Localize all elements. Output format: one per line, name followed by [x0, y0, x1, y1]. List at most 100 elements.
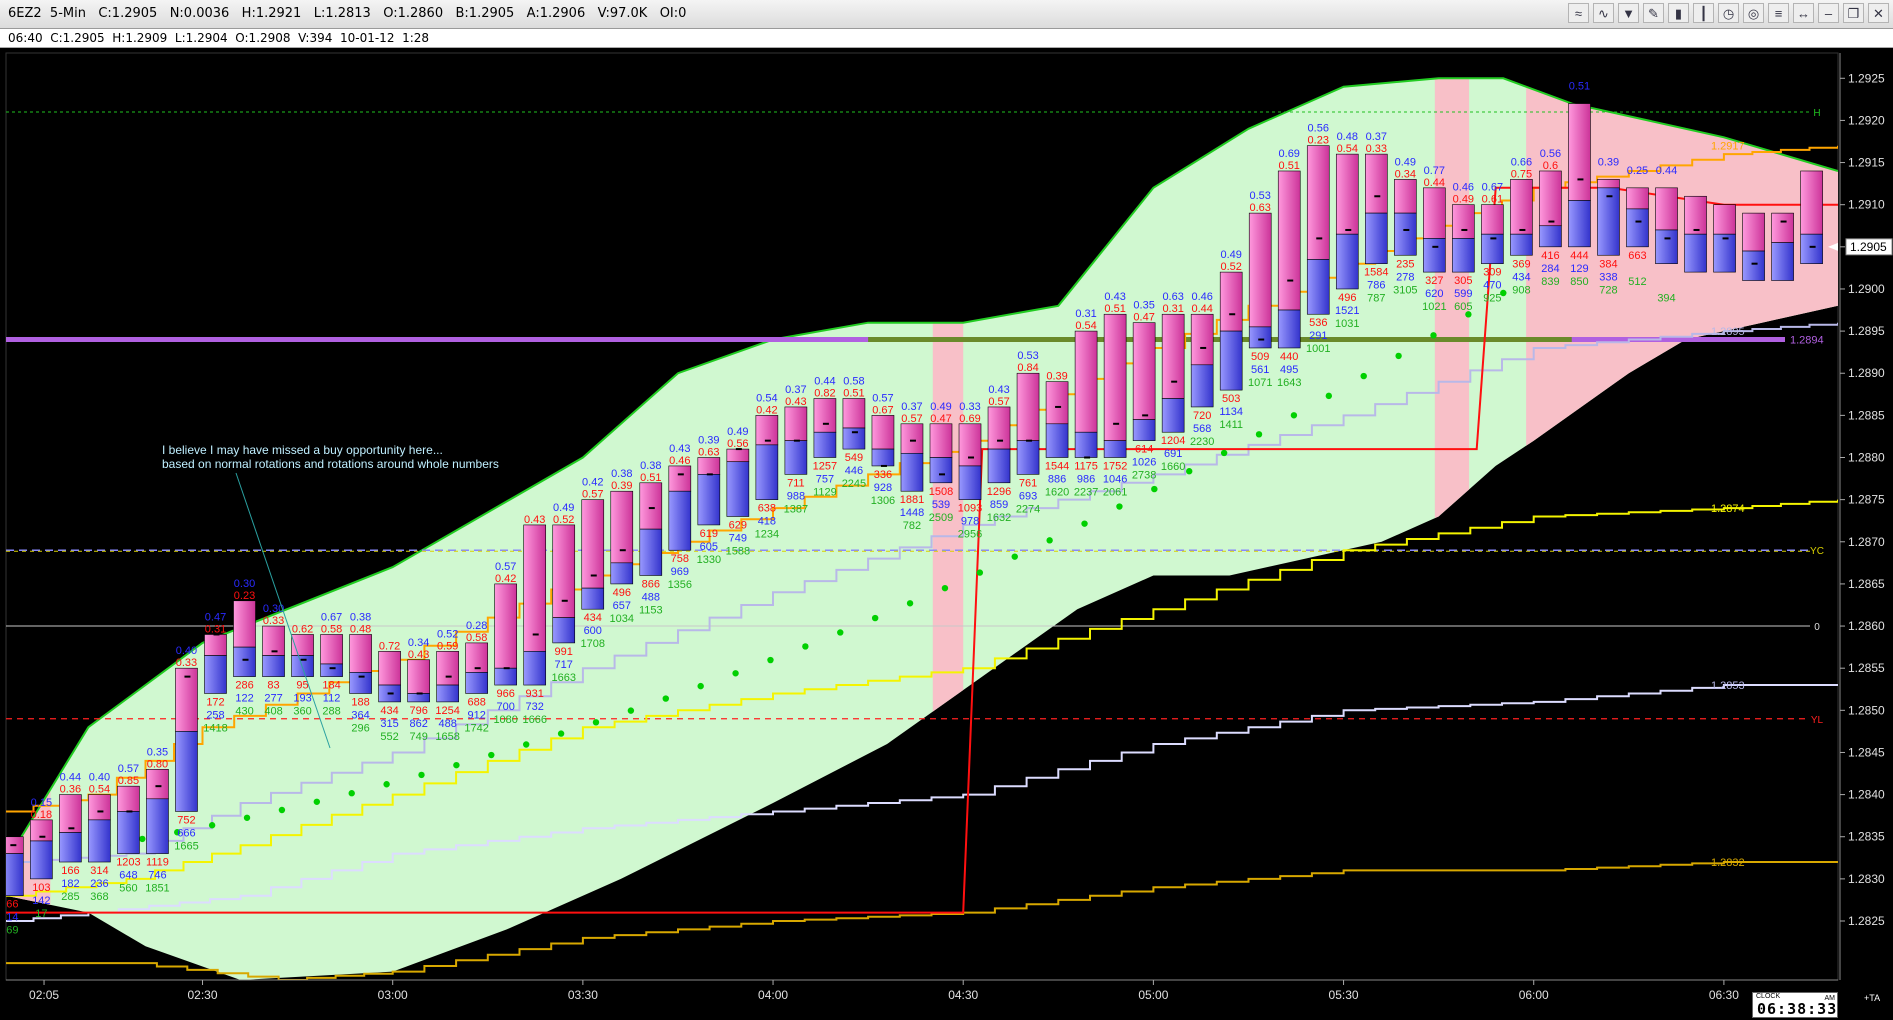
y-tick-label: 1.2840	[1848, 788, 1885, 802]
bar-lower	[291, 655, 314, 677]
bar-lower	[88, 819, 111, 863]
bar-label-volume: 1881	[900, 494, 924, 506]
bar-lower	[233, 646, 256, 677]
symbol-quote: 6EZ2 5-Min C:1.2905 N:0.0036 H:1.2921 L:…	[8, 6, 687, 21]
green-dot	[592, 719, 600, 726]
bar-label-delta: 495	[1280, 364, 1298, 376]
bar-label-green: 1034	[610, 613, 634, 625]
bar-lower	[1045, 423, 1069, 458]
bar-label-top: 0.53	[1250, 190, 1271, 202]
bar-label-volume: 1119	[146, 857, 169, 869]
green-dot	[522, 741, 530, 748]
bar-label-delta: 277	[264, 693, 282, 705]
bar-lower	[726, 461, 750, 517]
bar-label-top: 0.49	[727, 426, 748, 438]
bar-label-delta: 112	[323, 693, 341, 705]
green-dot	[278, 806, 286, 814]
candle-icon[interactable]: ┃	[1693, 3, 1714, 23]
bar-lower	[784, 440, 808, 475]
bar-label-green: 2274	[1016, 503, 1040, 515]
bar-label-red: 0.34	[1395, 168, 1416, 180]
bar-label-red: 0.47	[1133, 312, 1154, 324]
pencil-icon[interactable]: ✎	[1643, 3, 1664, 23]
bar-label-green: 1387	[784, 503, 808, 515]
bar-label-delta: 182	[61, 878, 79, 890]
bar-label-green: 430	[235, 706, 253, 718]
bar-upper	[726, 448, 750, 463]
bar-lower	[204, 655, 227, 694]
bar-upper	[1306, 145, 1330, 260]
green-dot	[557, 730, 565, 737]
bar-label-delta: 418	[758, 516, 776, 528]
bar-label-delta: 700	[497, 701, 515, 713]
bar-label-delta: 1134	[1219, 406, 1243, 418]
minimize-icon[interactable]: –	[1818, 3, 1839, 23]
bar-label-green: 925	[1483, 293, 1501, 305]
green-dot	[383, 781, 390, 788]
bar-label-delta: 757	[816, 474, 834, 486]
list-icon[interactable]: ≡	[1768, 3, 1789, 23]
bar-label-green: 1632	[987, 512, 1011, 524]
bar-label-green: 1708	[581, 638, 605, 650]
bar-label-red: 0.49	[1453, 194, 1474, 206]
bar-label-red: 0.33	[263, 615, 284, 627]
bar-label-volume: 1544	[1045, 461, 1069, 473]
bar-label-delta: 648	[119, 870, 137, 882]
bar-upper	[30, 819, 53, 842]
bar-label-volume: 440	[1280, 351, 1298, 363]
restore-icon[interactable]: ❐	[1843, 3, 1864, 23]
rainbow-icon[interactable]: ≈	[1568, 3, 1589, 23]
bar-upper	[349, 634, 372, 673]
bar-upper	[1016, 372, 1040, 441]
bar-lower	[958, 465, 982, 500]
support-price-label: 1.2894	[1790, 335, 1824, 347]
y-tick-label: 1.2865	[1848, 577, 1885, 591]
bar-lower	[1626, 208, 1649, 248]
title-bar: 6EZ2 5-Min C:1.2905 N:0.0036 H:1.2921 L:…	[0, 0, 1893, 29]
bar-label-delta: 605	[700, 541, 718, 553]
bar-upper	[1161, 313, 1185, 399]
green-dot	[1220, 449, 1228, 457]
bar-upper	[1277, 170, 1301, 311]
close-icon[interactable]: ✕	[1868, 3, 1889, 23]
bar-upper	[1132, 322, 1156, 420]
y-tick-label: 1.2910	[1848, 198, 1885, 212]
bar-label-red: 0.43	[408, 649, 429, 661]
bar-label-top: 0.48	[1337, 131, 1358, 143]
green-dot	[243, 814, 251, 821]
bar-label-top: 0.43	[988, 384, 1009, 396]
bar-label-red: 0.44	[1191, 303, 1212, 315]
move-icon[interactable]: ↔	[1793, 3, 1814, 23]
bar-info-text: 06:40 C:1.2905 H:1.2909 L:1.2904 O:1.290…	[8, 31, 430, 45]
clock-icon[interactable]: ◷	[1718, 3, 1739, 23]
bar-label-red: 0.51	[1104, 303, 1125, 315]
y-tick-label: 1.2885	[1848, 408, 1885, 422]
bar-chart-icon[interactable]: ▮	[1668, 3, 1689, 23]
bar-label-green: 605	[1454, 301, 1472, 313]
bar-label-red: 0.33	[1366, 143, 1387, 155]
price-chart[interactable]: 6614690.150.18103142170.440.361661822850…	[0, 48, 1893, 1020]
bar-label-red: 0.31	[1162, 303, 1183, 315]
bar-label-top: 0.67	[1482, 182, 1503, 194]
bar-label-delta: 749	[729, 533, 747, 545]
bar-lower	[668, 490, 692, 551]
bar-label-red: 0.59	[437, 640, 458, 652]
bar-label-delta: 258	[206, 709, 224, 721]
x-tick-label: 06:00	[1519, 988, 1549, 1002]
bar-label-red: 0.54	[1075, 320, 1096, 332]
green-dot	[1116, 503, 1123, 510]
bar-label-red: 0.69	[959, 413, 980, 425]
bar-upper	[1742, 212, 1765, 252]
bar-label-top: 0.52	[437, 628, 458, 640]
green-dot	[139, 835, 146, 843]
bar-lower	[755, 444, 779, 500]
y-tick-label: 1.2925	[1848, 71, 1885, 85]
bar-lower	[320, 663, 343, 677]
target-icon[interactable]: ◎	[1743, 3, 1764, 23]
bar-lower	[1335, 233, 1359, 290]
bar-upper	[1800, 170, 1823, 235]
level-price-label: 1.2832	[1711, 857, 1745, 869]
filter-icon[interactable]: ▼	[1618, 3, 1639, 23]
green-dot	[871, 614, 879, 622]
chart-style-icon[interactable]: ∿	[1593, 3, 1614, 23]
